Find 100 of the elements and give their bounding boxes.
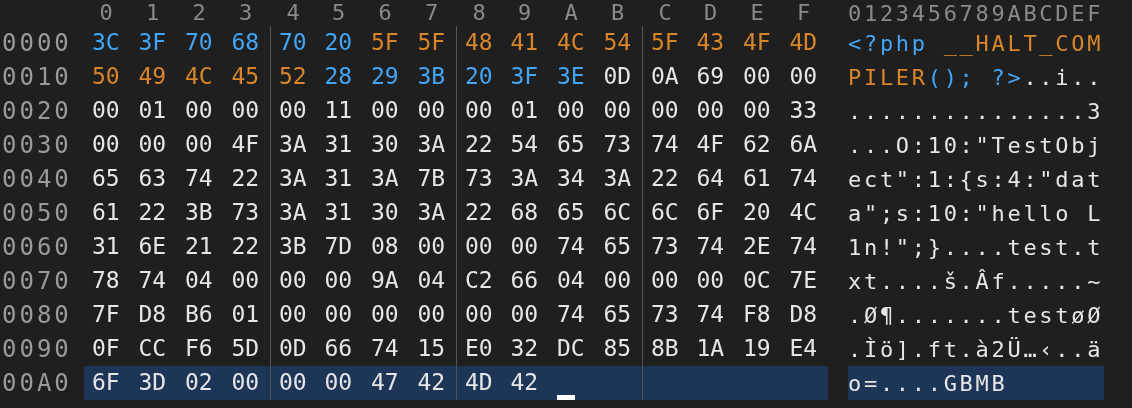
hex-byte: D8: [789, 302, 818, 328]
column-header: 7: [423, 0, 440, 26]
hex-byte: 00: [324, 268, 353, 294]
hex-byte: 7D: [324, 234, 353, 260]
row-offset: 0010: [1, 62, 73, 93]
hex-byte: 78: [92, 268, 120, 294]
hex-byte: 70: [279, 30, 307, 56]
hex-byte: 9A: [371, 268, 399, 294]
hex-byte: 41: [510, 30, 539, 56]
hex-byte: D8: [138, 302, 167, 328]
ascii-text: o=....GBMB: [848, 366, 1104, 400]
column-header: 5: [330, 0, 347, 26]
hex-byte: 74: [371, 336, 399, 362]
hex-byte: 64: [696, 166, 725, 192]
ascii-text: xt....š.Âf.....~: [848, 267, 1104, 296]
hex-byte: 50: [92, 64, 120, 90]
hex-byte: 30: [371, 132, 399, 158]
hex-byte: 04: [417, 268, 446, 294]
hex-byte: 00: [696, 268, 725, 294]
hex-byte: 00: [510, 302, 539, 328]
hex-byte: 29: [371, 64, 399, 90]
column-header: F: [795, 0, 812, 26]
hex-byte: 00: [743, 64, 771, 90]
hex-byte: 74: [696, 302, 725, 328]
hex-byte: 4F: [743, 30, 771, 56]
row-offset: 0060: [1, 232, 73, 263]
hex-byte: 65: [603, 234, 632, 260]
row-offset: 0020: [1, 96, 73, 127]
column-header: A: [563, 0, 579, 26]
hex-byte: E4: [789, 336, 818, 362]
hex-byte: 31: [324, 132, 353, 158]
hex-byte: 3F: [138, 30, 167, 56]
hex-byte: 3A: [417, 132, 446, 158]
hex-byte: 85: [603, 336, 632, 362]
ascii-text: ...............3: [848, 97, 1104, 126]
column-header: 9: [516, 0, 533, 26]
hex-byte: 61: [92, 200, 120, 226]
hex-byte: 4F: [696, 132, 725, 158]
hex-byte: 01: [231, 302, 260, 328]
hex-byte: 3E: [557, 64, 585, 90]
hex-byte: 7E: [789, 268, 818, 294]
hex-byte: 43: [696, 30, 725, 56]
hex-byte: 00: [603, 268, 632, 294]
row-offset: 0090: [1, 334, 73, 365]
hex-byte: 66: [510, 268, 539, 294]
row-offset: 0040: [1, 164, 73, 195]
hex-byte: 00: [324, 370, 353, 396]
row-offset: 0030: [1, 130, 73, 161]
hex-byte: F6: [185, 336, 213, 362]
hex-byte: 45: [231, 64, 260, 90]
hex-byte: 7B: [417, 166, 446, 192]
ascii-text: .Ìö].ft.à2Ü…‹..ä: [848, 335, 1104, 364]
hex-byte: 3A: [371, 166, 399, 192]
hex-byte: 74: [789, 234, 818, 260]
hex-byte: 20: [743, 200, 771, 226]
hex-byte: 00: [743, 98, 771, 124]
hex-byte: 54: [510, 132, 539, 158]
hex-byte: 5F: [417, 30, 446, 56]
hex-byte: 3A: [279, 200, 307, 226]
hex-byte: 31: [324, 166, 353, 192]
hex-byte: 00: [279, 302, 307, 328]
column-header: 3: [237, 0, 254, 26]
hex-byte: 00: [279, 268, 307, 294]
hex-byte: 1A: [696, 336, 725, 362]
hex-byte: 00: [231, 268, 260, 294]
hex-byte: 6F: [92, 370, 120, 396]
row-offset: 0080: [1, 300, 73, 331]
hex-byte: 20: [324, 30, 353, 56]
hex-byte: 5D: [231, 336, 260, 362]
row-offset: 0070: [1, 266, 73, 297]
hex-byte: 74: [696, 234, 725, 260]
hex-byte: 0D: [603, 64, 632, 90]
hex-byte: 3B: [417, 64, 446, 90]
hex-byte: 62: [743, 132, 771, 158]
ascii-text: ect":1:{s:4:"dat: [848, 165, 1104, 194]
hex-byte: 6A: [789, 132, 818, 158]
hex-byte: E0: [465, 336, 493, 362]
hex-byte: 00: [603, 98, 632, 124]
column-header: 6: [377, 0, 393, 26]
column-header: C: [657, 0, 673, 26]
hex-byte: 31: [92, 234, 120, 260]
hex-byte: 15: [417, 336, 446, 362]
hex-byte: 70: [185, 30, 213, 56]
hex-byte: 5F: [651, 30, 679, 56]
hex-byte: 00: [510, 234, 539, 260]
hex-byte: 4D: [465, 370, 493, 396]
hex-byte: 47: [371, 370, 399, 396]
hex-byte: 3A: [417, 200, 446, 226]
hex-byte: 42: [510, 370, 539, 396]
hex-byte: 21: [185, 234, 213, 260]
hex-byte: 00: [92, 132, 120, 158]
hex-byte: 33: [789, 98, 818, 124]
hex-byte: 00: [417, 302, 446, 328]
hex-byte: 00: [651, 98, 679, 124]
column-header: E: [749, 0, 765, 26]
hex-byte: 00: [417, 234, 446, 260]
hex-byte: 22: [231, 166, 260, 192]
hex-byte: 65: [557, 200, 585, 226]
hex-byte: 28: [324, 64, 353, 90]
hex-byte: 19: [743, 336, 771, 362]
